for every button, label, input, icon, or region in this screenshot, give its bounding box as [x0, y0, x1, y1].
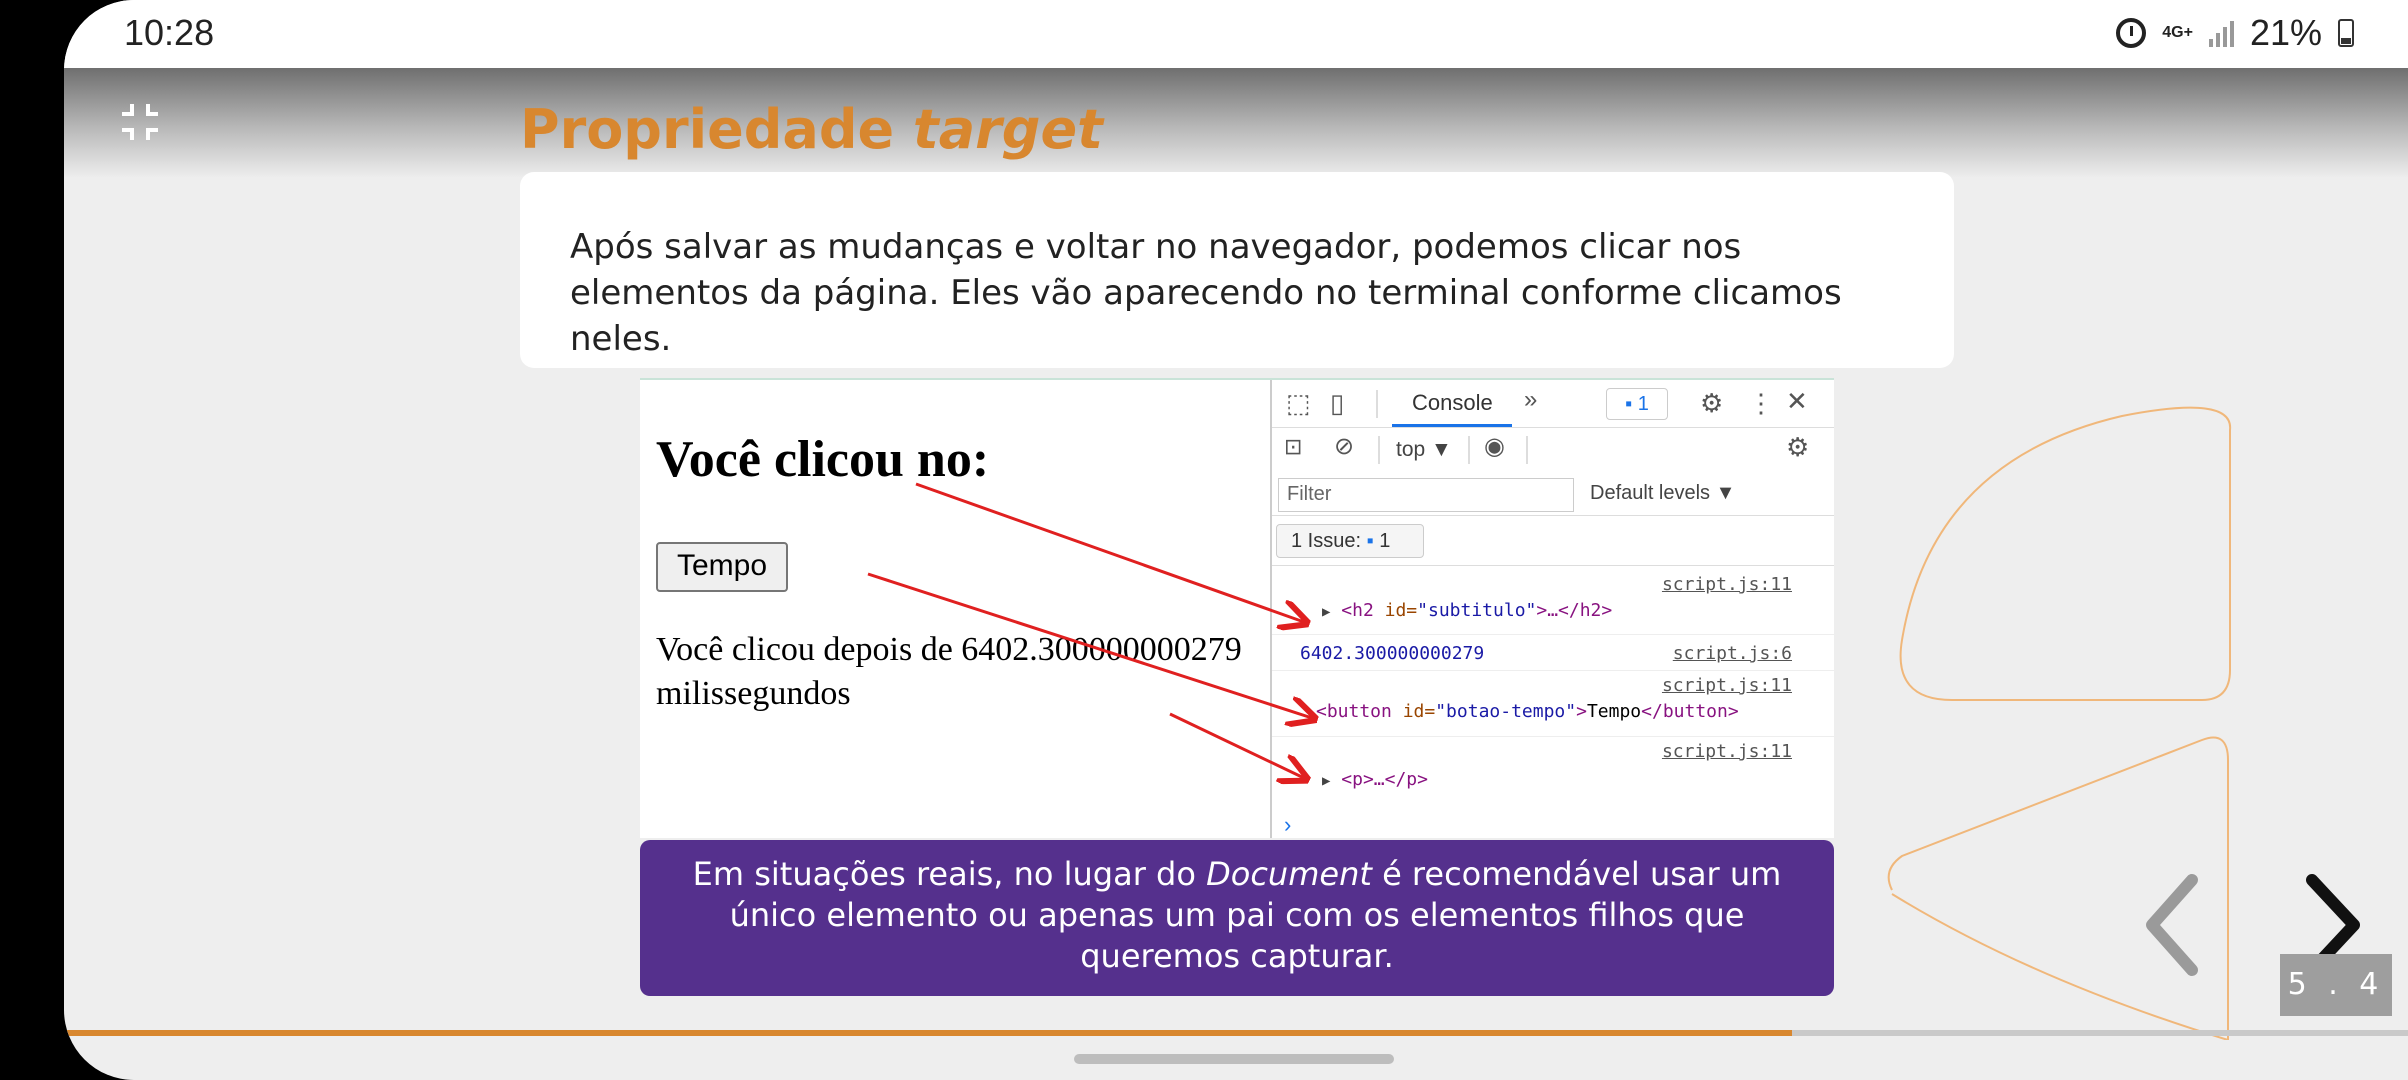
- arrow-paragraph-to-log: [1169, 712, 1304, 778]
- exit-fullscreen-icon[interactable]: [120, 102, 160, 142]
- note-card: Em situações reais, no lugar do Document…: [640, 840, 1834, 996]
- status-bar: 10:28 4G+ 21%: [64, 0, 2408, 68]
- battery-icon: [2338, 19, 2354, 47]
- intro-text: Após salvar as mudanças e voltar no nave…: [570, 227, 1842, 359]
- intro-card: Após salvar as mudanças e voltar no nave…: [520, 172, 1954, 368]
- previous-slide-chevron-icon[interactable]: [2134, 870, 2214, 980]
- note-text-italic: Document: [1206, 855, 1372, 893]
- slide-title: Propriedade target: [520, 98, 1103, 161]
- home-gesture-bar[interactable]: [1074, 1054, 1394, 1064]
- note-text-part1: Em situações reais, no lugar do: [692, 855, 1207, 893]
- arrow-button-to-log: [867, 572, 1312, 718]
- progress-bar-fill: [64, 1030, 1792, 1036]
- slide-title-plain: Propriedade: [520, 98, 913, 161]
- status-time: 10:28: [124, 12, 215, 53]
- browser-screenshot: Você clicou no: Tempo Você clicou depois…: [640, 378, 1834, 838]
- slide-header: Propriedade target: [64, 68, 2408, 178]
- slide-title-italic: target: [912, 98, 1103, 161]
- annotation-arrows: [867, 482, 1834, 838]
- alarm-icon: [2116, 18, 2147, 48]
- phone-screen: 10:28 4G+ 21% Propriedade target Após sa…: [64, 0, 2408, 1080]
- signal-icon: [2208, 19, 2234, 47]
- network-type-icon: 4G+: [2162, 24, 2193, 41]
- battery-percent: 21%: [2249, 12, 2322, 53]
- status-icons: 4G+ 21%: [2116, 12, 2354, 54]
- slide-number: 5 . 4: [2280, 954, 2392, 1016]
- arrow-heading-to-h2: [915, 482, 1304, 622]
- progress-bar: [64, 1030, 2408, 1036]
